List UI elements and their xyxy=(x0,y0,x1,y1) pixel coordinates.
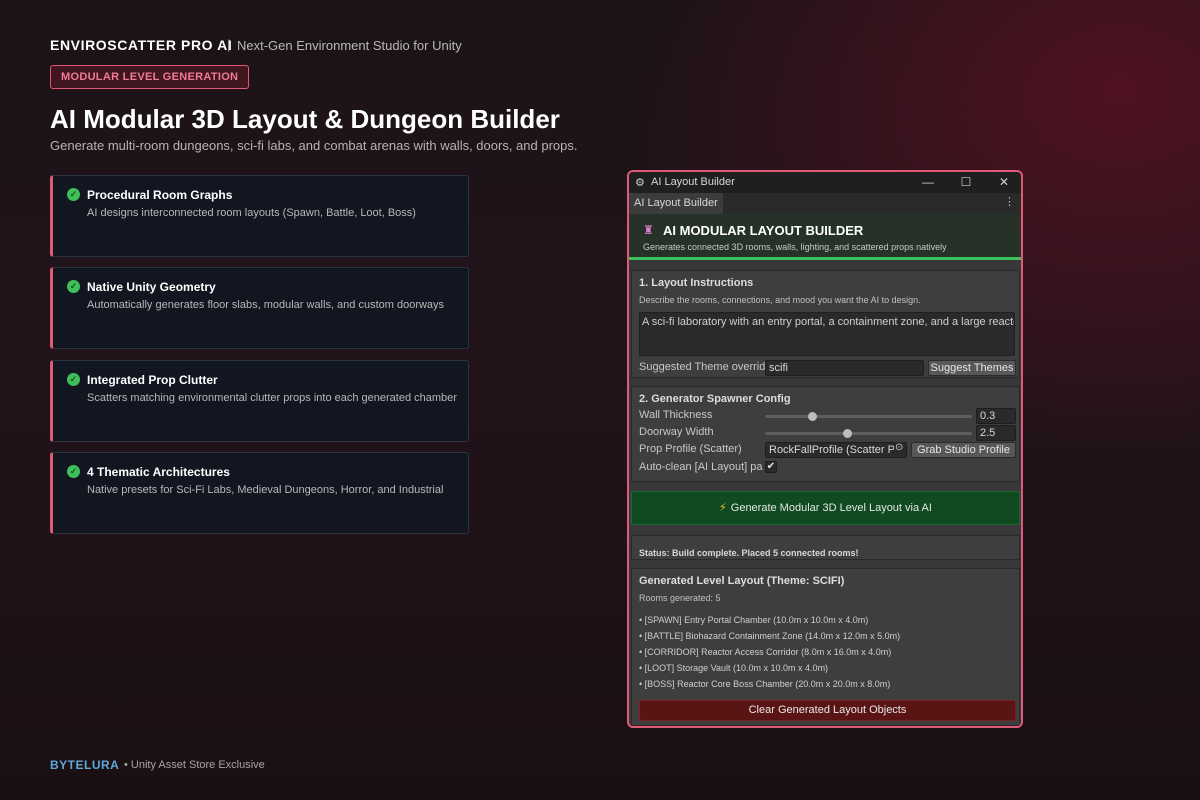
layout-builder-window: ⚙ AI Layout Builder — ☐ ✕ AI Layout Buil… xyxy=(627,170,1023,728)
tab-ai-layout-builder[interactable]: AI Layout Builder xyxy=(629,193,723,214)
autoclean-checkbox[interactable]: ✔ xyxy=(765,461,777,473)
layout-instructions-input[interactable]: A sci-fi laboratory with an entry portal… xyxy=(639,312,1015,356)
panel-subtitle: Generates connected 3D rooms, walls, lig… xyxy=(643,242,947,252)
close-button[interactable]: ✕ xyxy=(989,172,1019,193)
footer-tagline: • Unity Asset Store Exclusive xyxy=(124,759,265,771)
check-circle-icon: ✓ xyxy=(67,188,80,201)
feature-title: Integrated Prop Clutter xyxy=(87,373,218,387)
doorway-width-field[interactable]: 2.5 xyxy=(976,425,1016,441)
list-item: • [LOOT] Storage Vault (10.0m x 10.0m x … xyxy=(639,663,829,673)
panel-title: AI MODULAR LAYOUT BUILDER xyxy=(663,223,864,238)
feature-title: 4 Thematic Architectures xyxy=(87,465,230,479)
autoclean-label: Auto-clean [AI Layout] parent xyxy=(639,461,763,473)
maximize-button[interactable]: ☐ xyxy=(951,172,981,193)
check-circle-icon: ✓ xyxy=(67,465,80,478)
header-separator: | xyxy=(227,37,231,52)
unity-editor-icon: ⚙ xyxy=(635,177,645,189)
wall-thickness-label: Wall Thickness xyxy=(639,409,713,421)
tab-bar: AI Layout Builder ⋮ xyxy=(629,193,1021,214)
rooms-count: Rooms generated: 5 xyxy=(639,593,721,603)
generate-layout-label: Generate Modular 3D Level Layout via AI xyxy=(730,502,932,514)
bolt-icon: ⚡ xyxy=(719,502,727,514)
page-title: AI Modular 3D Layout & Dungeon Builder xyxy=(50,104,560,134)
doorway-width-label: Doorway Width xyxy=(639,426,714,438)
generated-layout-section: Generated Level Layout (Theme: SCIFI) Ro… xyxy=(631,568,1020,726)
suggest-themes-button[interactable]: Suggest Themes xyxy=(928,360,1016,376)
check-circle-icon: ✓ xyxy=(67,280,80,293)
prop-profile-field[interactable]: RockFallProfile (Scatter P xyxy=(765,442,907,458)
list-item: • [BOSS] Reactor Core Boss Chamber (20.0… xyxy=(639,679,891,689)
panel-header: ♜ AI MODULAR LAYOUT BUILDER Generates co… xyxy=(629,214,1021,260)
layout-instructions-section: 1. Layout Instructions Describe the room… xyxy=(631,270,1020,378)
wall-thickness-field[interactable]: 0.3 xyxy=(976,408,1016,424)
feature-card-room-graphs: ✓ Procedural Room Graphs AI designs inte… xyxy=(50,175,469,257)
feature-title: Procedural Room Graphs xyxy=(87,188,233,202)
list-item: • [CORRIDOR] Reactor Access Corridor (8.… xyxy=(639,647,892,657)
feature-description: AI designs interconnected room layouts (… xyxy=(87,207,416,219)
wall-thickness-slider[interactable] xyxy=(765,415,972,418)
brand-tagline: Next-Gen Environment Studio for Unity xyxy=(237,38,462,53)
castle-icon: ♜ xyxy=(643,223,654,237)
doorway-width-slider[interactable] xyxy=(765,432,972,435)
list-item: • [BATTLE] Biohazard Containment Zone (1… xyxy=(639,631,901,641)
tab-menu-icon[interactable]: ⋮ xyxy=(1004,195,1015,208)
feature-description: Scatters matching environmental clutter … xyxy=(87,392,457,404)
section-hint: Describe the rooms, connections, and moo… xyxy=(639,295,921,305)
window-titlebar[interactable]: ⚙ AI Layout Builder — ☐ ✕ xyxy=(629,172,1021,193)
status-text: Status: Build complete. Placed 5 connect… xyxy=(639,548,859,558)
minimize-button[interactable]: — xyxy=(913,172,943,193)
check-circle-icon: ✓ xyxy=(67,373,80,386)
grab-studio-profile-button[interactable]: Grab Studio Profile xyxy=(911,442,1016,458)
window-title: AI Layout Builder xyxy=(651,176,735,188)
spawner-config-section: 2. Generator Spawner Config Wall Thickne… xyxy=(631,386,1020,482)
status-box: Status: Build complete. Placed 5 connect… xyxy=(631,535,1020,560)
feature-card-unity-geometry: ✓ Native Unity Geometry Automatically ge… xyxy=(50,267,469,349)
section-title: 2. Generator Spawner Config xyxy=(639,393,791,405)
clear-layout-button[interactable]: Clear Generated Layout Objects xyxy=(639,700,1016,721)
results-title: Generated Level Layout (Theme: SCIFI) xyxy=(639,575,845,587)
feature-card-prop-clutter: ✓ Integrated Prop Clutter Scatters match… xyxy=(50,360,469,442)
list-item: • [SPAWN] Entry Portal Chamber (10.0m x … xyxy=(639,615,869,625)
prop-profile-label: Prop Profile (Scatter) xyxy=(639,443,742,455)
generate-layout-button[interactable]: ⚡ Generate Modular 3D Level Layout via AI xyxy=(631,491,1020,525)
page-subtitle: Generate multi-room dungeons, sci-fi lab… xyxy=(50,138,578,153)
section-title: 1. Layout Instructions xyxy=(639,277,754,289)
theme-override-field[interactable]: scifi xyxy=(765,360,924,376)
footer-brand: BYTELURA xyxy=(50,758,120,772)
feature-title: Native Unity Geometry xyxy=(87,280,216,294)
feature-description: Native presets for Sci-Fi Labs, Medieval… xyxy=(87,484,444,496)
wall-thickness-slider-handle[interactable] xyxy=(808,412,818,421)
doorway-width-slider-handle[interactable] xyxy=(843,429,853,438)
category-badge: MODULAR LEVEL GENERATION xyxy=(50,65,250,89)
brand-name: ENVIROSCATTER PRO AI xyxy=(50,37,233,53)
theme-override-label: Suggested Theme override xyxy=(639,361,765,373)
target-icon[interactable]: ⊙ xyxy=(894,442,905,453)
prop-profile-value: RockFallProfile (Scatter P xyxy=(769,444,895,456)
feature-card-architectures: ✓ 4 Thematic Architectures Native preset… xyxy=(50,452,469,534)
feature-description: Automatically generates floor slabs, mod… xyxy=(87,299,445,311)
